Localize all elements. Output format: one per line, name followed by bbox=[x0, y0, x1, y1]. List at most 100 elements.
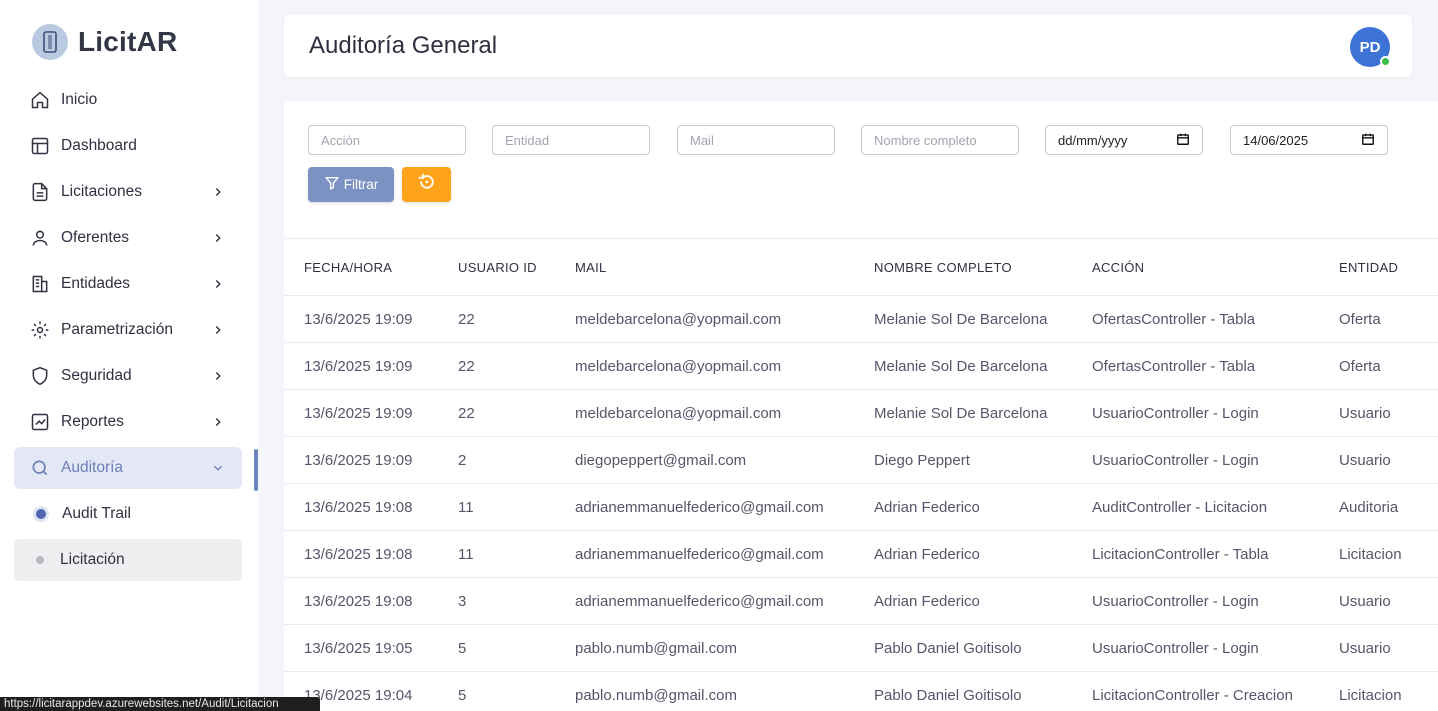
cell-accion: AuditController - Licitacion bbox=[1072, 483, 1319, 531]
search-icon bbox=[30, 458, 50, 478]
chevron-right-icon bbox=[210, 414, 226, 430]
column-header-nombre[interactable]: NOMBRE COMPLETO bbox=[854, 238, 1072, 296]
entidad-filter-input[interactable] bbox=[492, 125, 650, 155]
calendar-icon[interactable] bbox=[1361, 132, 1375, 149]
cell-entidad: Oferta bbox=[1319, 295, 1438, 343]
table-row[interactable]: 13/6/2025 19:08 11 adrianemmanuelfederic… bbox=[284, 483, 1438, 531]
active-indicator bbox=[254, 449, 258, 491]
user-icon bbox=[30, 228, 50, 248]
filter-button[interactable]: Filtrar bbox=[308, 167, 394, 202]
calendar-icon[interactable] bbox=[1176, 132, 1190, 149]
table-row[interactable]: 13/6/2025 19:08 3 adrianemmanuelfederico… bbox=[284, 577, 1438, 625]
cell-fecha: 13/6/2025 19:05 bbox=[284, 624, 438, 672]
bullet-icon bbox=[36, 509, 46, 519]
sidebar-item-label: Licitaciones bbox=[61, 183, 142, 200]
sidebar-item-label: Seguridad bbox=[61, 367, 132, 384]
chevron-right-icon bbox=[210, 368, 226, 384]
cell-fecha: 13/6/2025 19:09 bbox=[284, 436, 438, 484]
table-row[interactable]: 13/6/2025 19:08 11 adrianemmanuelfederic… bbox=[284, 530, 1438, 578]
sidebar: LicitAR Inicio Dashboard Licitaciones Of… bbox=[0, 0, 258, 711]
cell-mail: pablo.numb@gmail.com bbox=[555, 671, 854, 711]
chevron-right-icon bbox=[210, 184, 226, 200]
column-header-usuario-id[interactable]: USUARIO ID bbox=[438, 238, 555, 296]
browser-status-url: https://licitarappdev.azurewebsites.net/… bbox=[0, 697, 320, 711]
cell-usuario-id: 22 bbox=[438, 342, 555, 390]
avatar[interactable]: PD bbox=[1350, 27, 1391, 67]
column-header-accion[interactable]: ACCIÓN bbox=[1072, 238, 1319, 296]
cell-nombre: Diego Peppert bbox=[854, 436, 1072, 484]
date-to-input[interactable]: 14/06/2025 bbox=[1230, 125, 1388, 155]
chevron-right-icon bbox=[210, 322, 226, 338]
nombre-filter-input[interactable] bbox=[861, 125, 1019, 155]
sidebar-item-label: Reportes bbox=[61, 413, 124, 430]
table-row[interactable]: 13/6/2025 19:09 22 meldebarcelona@yopmai… bbox=[284, 342, 1438, 390]
cell-accion: UsuarioController - Login bbox=[1072, 389, 1319, 437]
reset-button[interactable] bbox=[402, 167, 451, 202]
sidebar-item-reportes[interactable]: Reportes bbox=[14, 401, 242, 443]
cell-fecha: 13/6/2025 19:09 bbox=[284, 295, 438, 343]
sidebar-item-label: Dashboard bbox=[61, 137, 137, 154]
online-status-icon bbox=[1380, 56, 1391, 67]
bullet-icon bbox=[36, 556, 44, 564]
shield-icon bbox=[30, 366, 50, 386]
brand[interactable]: LicitAR bbox=[32, 24, 177, 60]
cell-mail: adrianemmanuelfederico@gmail.com bbox=[555, 577, 854, 625]
cell-nombre: Adrian Federico bbox=[854, 483, 1072, 531]
gear-icon bbox=[30, 320, 50, 340]
sidebar-item-dashboard[interactable]: Dashboard bbox=[14, 125, 242, 167]
column-header-mail[interactable]: MAIL bbox=[555, 238, 854, 296]
date-from-value: dd/mm/yyyy bbox=[1058, 132, 1128, 148]
cell-entidad: Usuario bbox=[1319, 577, 1438, 625]
accion-filter-input[interactable] bbox=[308, 125, 466, 155]
cell-usuario-id: 3 bbox=[438, 577, 555, 625]
sidebar-subitem-audit-trail[interactable]: Audit Trail bbox=[14, 493, 242, 535]
cell-entidad: Usuario bbox=[1319, 624, 1438, 672]
cell-accion: UsuarioController - Login bbox=[1072, 436, 1319, 484]
cell-fecha: 13/6/2025 19:09 bbox=[284, 342, 438, 390]
cell-fecha: 13/6/2025 19:08 bbox=[284, 530, 438, 578]
chevron-right-icon bbox=[210, 276, 226, 292]
cell-mail: meldebarcelona@yopmail.com bbox=[555, 389, 854, 437]
cell-mail: diegopeppert@gmail.com bbox=[555, 436, 854, 484]
cell-nombre: Adrian Federico bbox=[854, 530, 1072, 578]
audit-panel: dd/mm/yyyy 14/06/2025 Filtrar FECHA/HORA… bbox=[284, 101, 1438, 711]
date-from-input[interactable]: dd/mm/yyyy bbox=[1045, 125, 1203, 155]
cell-usuario-id: 5 bbox=[438, 624, 555, 672]
table-row[interactable]: 13/6/2025 19:09 2 diegopeppert@gmail.com… bbox=[284, 436, 1438, 484]
cell-accion: LicitacionController - Tabla bbox=[1072, 530, 1319, 578]
sidebar-item-oferentes[interactable]: Oferentes bbox=[14, 217, 242, 259]
cell-accion: UsuarioController - Login bbox=[1072, 624, 1319, 672]
sidebar-item-parametrizacion[interactable]: Parametrización bbox=[14, 309, 242, 351]
cell-nombre: Melanie Sol De Barcelona bbox=[854, 389, 1072, 437]
sidebar-item-licitaciones[interactable]: Licitaciones bbox=[14, 171, 242, 213]
cell-fecha: 13/6/2025 19:08 bbox=[284, 577, 438, 625]
table-row[interactable]: 13/6/2025 19:09 22 meldebarcelona@yopmai… bbox=[284, 389, 1438, 437]
cell-entidad: Oferta bbox=[1319, 342, 1438, 390]
sidebar-item-label: Parametrización bbox=[61, 321, 173, 338]
cell-accion: OfertasController - Tabla bbox=[1072, 295, 1319, 343]
table-header-row: FECHA/HORA USUARIO ID MAIL NOMBRE COMPLE… bbox=[284, 238, 1438, 296]
cell-entidad: Usuario bbox=[1319, 389, 1438, 437]
table-row[interactable]: 13/6/2025 19:09 22 meldebarcelona@yopmai… bbox=[284, 295, 1438, 343]
sidebar-subitem-licitacion[interactable]: Licitación bbox=[14, 539, 242, 581]
cell-nombre: Melanie Sol De Barcelona bbox=[854, 295, 1072, 343]
layout-icon bbox=[30, 136, 50, 156]
table-row[interactable]: 13/6/2025 19:04 5 pablo.numb@gmail.com P… bbox=[284, 671, 1438, 711]
cell-entidad: Licitacion bbox=[1319, 530, 1438, 578]
audit-table: FECHA/HORA USUARIO ID MAIL NOMBRE COMPLE… bbox=[284, 238, 1438, 711]
sidebar-item-label: Entidades bbox=[61, 275, 130, 292]
sidebar-item-entidades[interactable]: Entidades bbox=[14, 263, 242, 305]
sidebar-item-inicio[interactable]: Inicio bbox=[14, 79, 242, 121]
table-row[interactable]: 13/6/2025 19:05 5 pablo.numb@gmail.com P… bbox=[284, 624, 1438, 672]
column-header-entidad[interactable]: ENTIDAD bbox=[1319, 238, 1438, 296]
cell-entidad: Usuario bbox=[1319, 436, 1438, 484]
sidebar-item-auditoria[interactable]: Auditoría bbox=[14, 447, 242, 489]
sidebar-subitem-label: Audit Trail bbox=[62, 505, 131, 522]
cell-usuario-id: 5 bbox=[438, 671, 555, 711]
cell-nombre: Adrian Federico bbox=[854, 577, 1072, 625]
chevron-right-icon bbox=[210, 230, 226, 246]
sidebar-item-seguridad[interactable]: Seguridad bbox=[14, 355, 242, 397]
mail-filter-input[interactable] bbox=[677, 125, 835, 155]
column-header-fecha[interactable]: FECHA/HORA bbox=[284, 238, 438, 296]
cell-entidad: Auditoria bbox=[1319, 483, 1438, 531]
